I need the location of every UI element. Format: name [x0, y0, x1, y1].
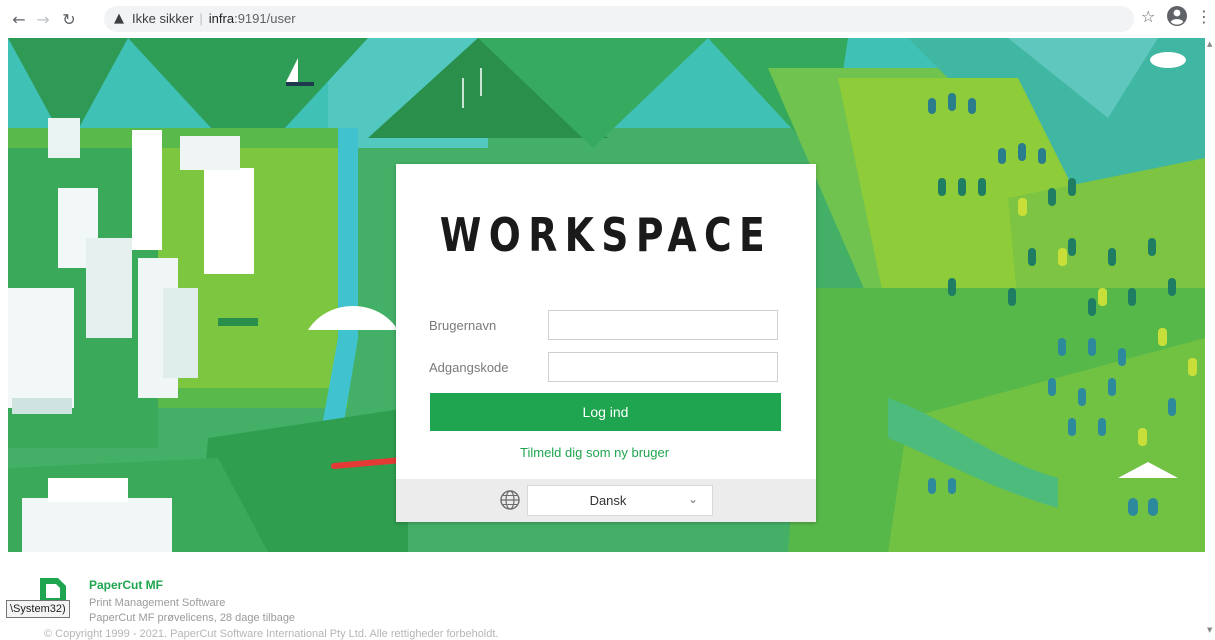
- page-footer: PaperCut MF Print Management Software Pa…: [0, 552, 1215, 640]
- language-bar: Dansk ⌄: [396, 479, 816, 522]
- address-bar[interactable]: ▲ Ikke sikker | infra:9191/user: [104, 6, 1134, 32]
- url-host: infra: [208, 11, 235, 26]
- forward-icon[interactable]: →: [32, 8, 54, 30]
- security-label: Ikke sikker: [132, 11, 194, 26]
- url-path: :9191/user: [234, 11, 296, 26]
- star-icon[interactable]: ☆: [1141, 7, 1155, 26]
- reload-icon[interactable]: ↻: [58, 8, 80, 30]
- warning-icon: ▲: [114, 11, 124, 26]
- language-select[interactable]: Dansk ⌄: [527, 485, 713, 516]
- product-subtitle: Print Management Software: [89, 597, 226, 609]
- license-text: PaperCut MF prøvelicens, 28 dage tilbage: [89, 612, 296, 624]
- login-card: WORKSPACE Brugernavn Adgangskode Log ind…: [396, 164, 816, 522]
- back-icon[interactable]: ←: [8, 8, 30, 30]
- login-button[interactable]: Log ind: [430, 393, 781, 431]
- globe-icon: [500, 490, 520, 510]
- browser-toolbar: ← → ↻ ▲ Ikke sikker | infra:9191/user ☆ ⋮: [0, 0, 1215, 38]
- username-field[interactable]: [548, 310, 778, 340]
- password-field[interactable]: [548, 352, 778, 382]
- scrollbar-down-icon[interactable]: ▼: [1207, 626, 1212, 634]
- account-icon[interactable]: [1166, 5, 1188, 31]
- language-value: Dansk: [589, 493, 627, 508]
- workspace-logo: WORKSPACE: [439, 208, 773, 262]
- copyright-text: © Copyright 1999 - 2021. PaperCut Softwa…: [44, 628, 499, 640]
- product-name: PaperCut MF: [89, 578, 164, 592]
- password-label: Adgangskode: [429, 360, 509, 375]
- chevron-down-icon: ⌄: [688, 492, 699, 506]
- system-tooltip: \System32): [6, 600, 70, 618]
- username-label: Brugernavn: [429, 318, 497, 333]
- kebab-menu-icon[interactable]: ⋮: [1196, 7, 1212, 26]
- scrollbar-up-icon[interactable]: ▲: [1207, 40, 1212, 48]
- signup-link[interactable]: Tilmeld dig som ny bruger: [520, 445, 669, 460]
